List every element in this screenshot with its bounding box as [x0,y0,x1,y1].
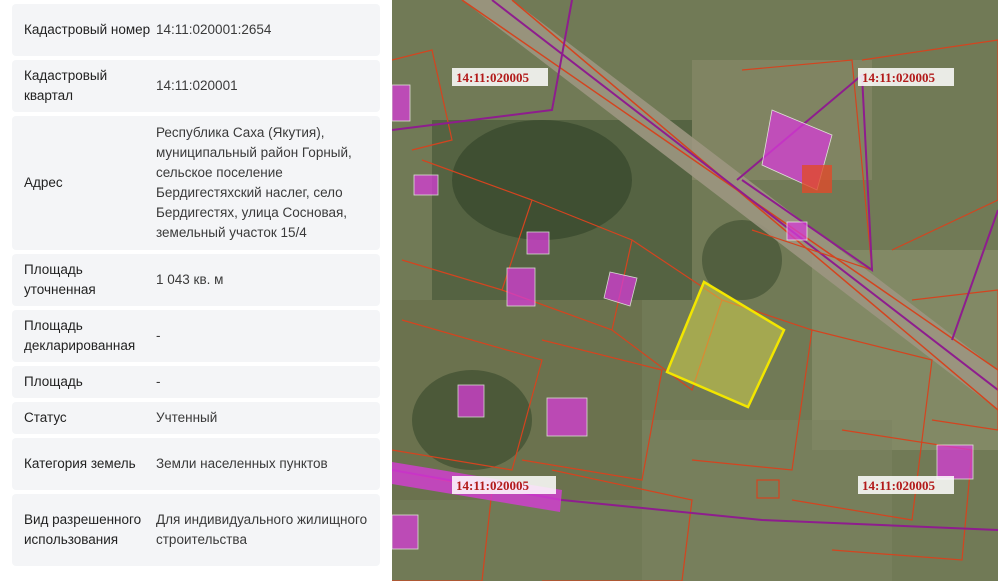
info-value: Для индивидуального жилищного строительс… [156,512,368,547]
info-label: Вид разрешенного использования [24,512,142,547]
info-label: Адрес [24,175,63,190]
info-row-area-declared: Площадь декларированная - [12,310,380,362]
info-label: Статус [24,410,67,425]
info-value: 1 043 кв. м [156,272,224,287]
quarter-label-top-left: 14:11:020005 [456,70,529,85]
info-row-cadastral-number: Кадастровый номер 14:11:020001:2654 [12,4,380,56]
info-value: 14:11:020001:2654 [156,22,272,37]
info-value: - [156,328,161,343]
info-row-area: Площадь - [12,366,380,398]
info-value: Республика Саха (Якутия), муниципальный … [156,125,352,240]
cadastral-map[interactable]: 14:11:020005 14:11:020005 14:11:020005 1… [392,0,998,581]
quarter-label-bottom-middle: 14:11:020005 [456,478,529,493]
info-value: - [156,374,161,389]
info-row-permitted-use: Вид разрешенного использования Для индив… [12,494,380,566]
info-row-cadastral-quarter: Кадастровый квартал 14:11:020001 [12,60,380,112]
quarter-label-top-right: 14:11:020005 [862,70,935,85]
info-label: Площадь уточненная [24,262,96,297]
info-label: Категория земель [24,456,136,471]
info-value: 14:11:020001 [156,78,238,93]
info-row-address: Адрес Республика Саха (Якутия), муниципа… [12,116,380,250]
info-row-status: Статус Учтенный [12,402,380,434]
info-label: Кадастровый квартал [24,68,108,103]
info-value: Земли населенных пунктов [156,456,328,471]
info-row-area-specified: Площадь уточненная 1 043 кв. м [12,254,380,306]
info-label: Кадастровый номер [24,22,151,37]
info-value: Учтенный [156,410,218,425]
map-canvas[interactable]: 14:11:020005 14:11:020005 14:11:020005 1… [392,0,998,581]
quarter-label-bottom-right: 14:11:020005 [862,478,935,493]
info-label: Площадь декларированная [24,318,136,353]
cadastral-info-panel: Кадастровый номер 14:11:020001:2654 Када… [0,0,392,581]
info-label: Площадь [24,374,83,389]
info-row-land-category: Категория земель Земли населенных пункто… [12,438,380,490]
